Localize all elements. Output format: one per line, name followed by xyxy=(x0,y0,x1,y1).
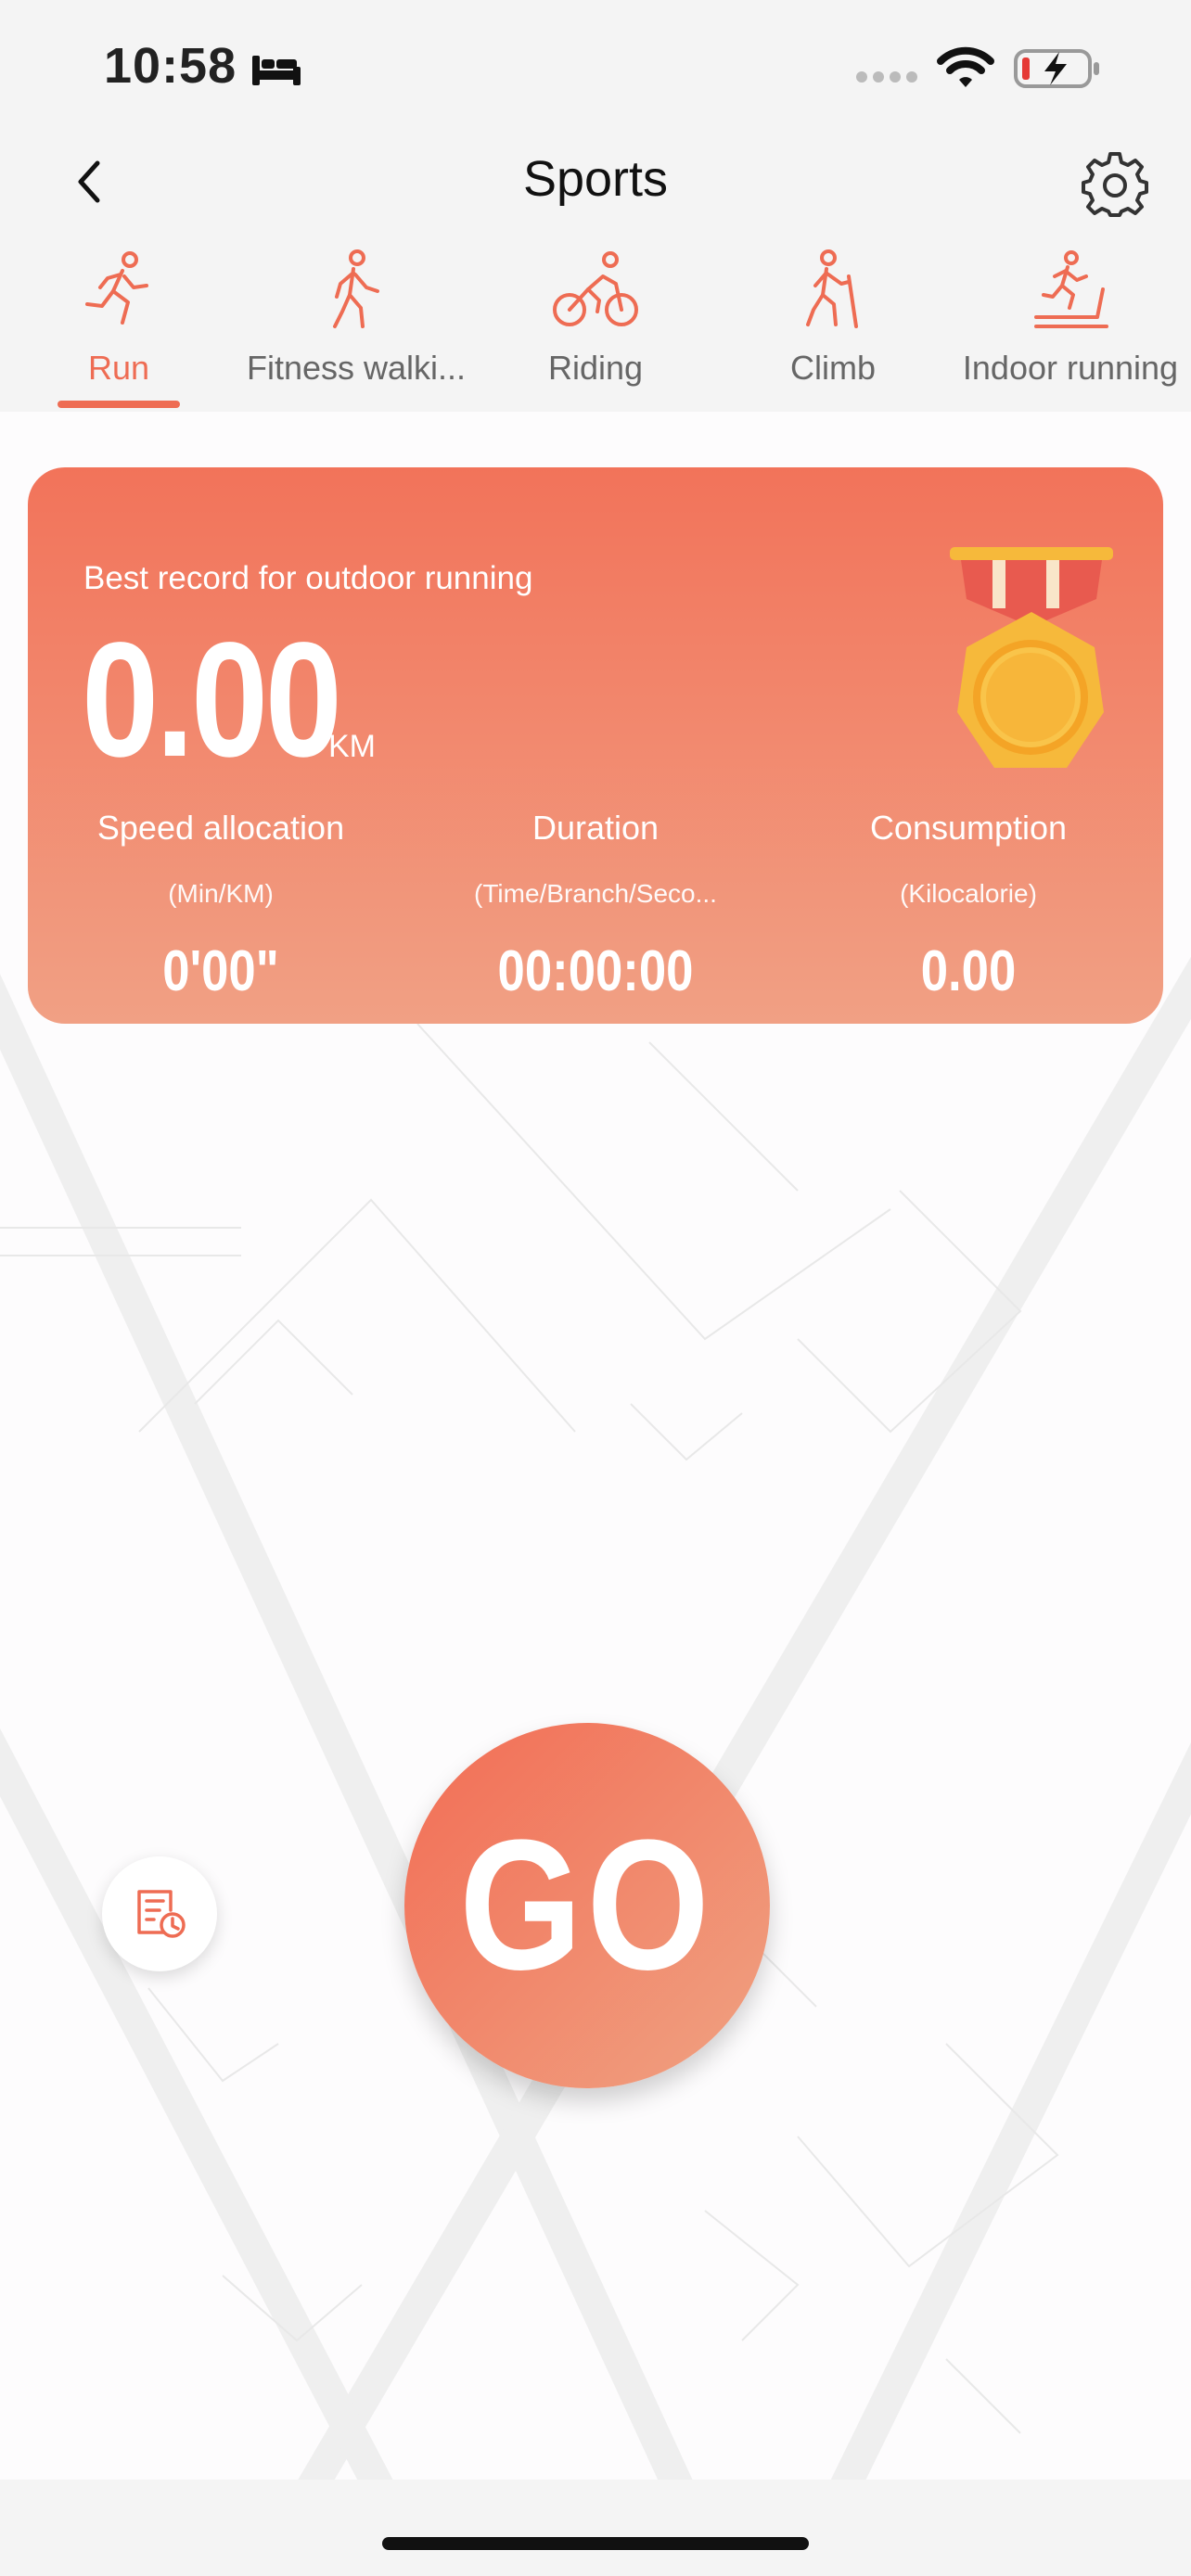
wifi-icon xyxy=(937,46,994,87)
run-icon xyxy=(85,251,148,325)
tab-riding[interactable]: Riding xyxy=(484,239,707,388)
stat-unit: (Kilocalorie) xyxy=(900,879,1037,908)
status-time: 10:58 xyxy=(104,38,237,94)
record-distance-unit: KM xyxy=(328,729,376,764)
tab-indoor-running[interactable]: Indoor running xyxy=(959,239,1182,388)
record-title: Best record for outdoor running xyxy=(83,560,533,596)
history-button[interactable] xyxy=(102,1856,217,1971)
best-record-card: Best record for outdoor running 0.00 KM … xyxy=(28,467,1163,1024)
history-record-icon xyxy=(137,1890,186,1938)
gear-icon xyxy=(1082,152,1148,217)
treadmill-icon xyxy=(1034,250,1108,328)
walk-icon xyxy=(333,249,379,328)
stat-unit: (Time/Branch/Seco... xyxy=(474,879,717,908)
battery-icon xyxy=(1014,49,1099,88)
medal-icon xyxy=(950,547,1113,768)
go-label: GO xyxy=(459,1802,715,2009)
tab-climb[interactable]: Climb xyxy=(722,239,944,388)
stat-value: 0.00 xyxy=(920,939,1017,1003)
tab-label: Climb xyxy=(789,349,876,387)
stat-value: 00:00:00 xyxy=(497,939,694,1003)
signal-icon xyxy=(856,71,917,83)
bed-icon xyxy=(252,56,301,85)
active-tab-indicator xyxy=(58,401,180,408)
stat-value: 0'00" xyxy=(162,939,279,1003)
bike-icon xyxy=(553,251,638,326)
climb-icon xyxy=(806,249,858,328)
stat-label: Consumption xyxy=(869,809,1068,847)
home-indicator[interactable] xyxy=(382,2537,809,2550)
tab-label: Riding xyxy=(547,349,644,387)
tab-fitness-walking[interactable]: Fitness walki... xyxy=(245,239,467,388)
stat-duration: Duration (Time/Branch/Seco... 00:00:00 xyxy=(410,809,781,1004)
stat-consumption: Consumption (Kilocalorie) 0.00 xyxy=(783,809,1154,1004)
tab-label: Indoor running xyxy=(962,349,1179,387)
stat-label: Duration xyxy=(531,809,660,847)
page-title: Sports xyxy=(522,151,669,207)
settings-button[interactable] xyxy=(1080,148,1150,219)
stat-label: Speed allocation xyxy=(96,809,345,847)
tab-label: Run xyxy=(87,349,150,387)
tab-run[interactable]: Run xyxy=(7,239,230,388)
record-distance-value: 0.00 xyxy=(82,609,342,791)
tab-label: Fitness walki... xyxy=(246,349,467,387)
stat-speed-allocation: Speed allocation (Min/KM) 0'00" xyxy=(35,809,406,1004)
go-start-button[interactable]: GO xyxy=(404,1723,770,2088)
stat-unit: (Min/KM) xyxy=(168,879,274,908)
